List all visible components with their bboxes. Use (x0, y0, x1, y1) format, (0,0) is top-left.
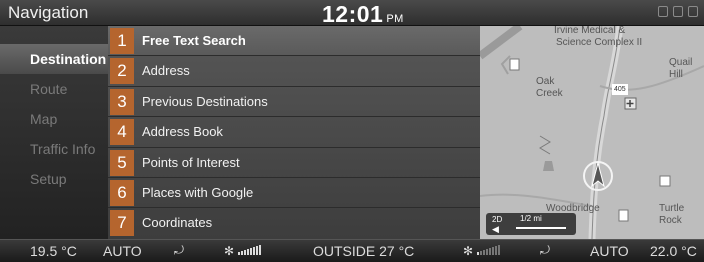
scale-distance: 1/2 mi (520, 214, 542, 223)
category-sidebar: Destination Route Map Traffic Info Setup (0, 26, 108, 239)
highway-shield-icon: 405 (612, 84, 628, 95)
map-place-label: Hill (669, 69, 683, 80)
right-fan-level[interactable] (477, 245, 500, 255)
map-place-label: Irvine Medical & (554, 26, 626, 36)
map-view-mode: 2D (492, 215, 503, 224)
menu-item-number: 3 (110, 88, 134, 115)
map-place-label: Oak (536, 76, 555, 87)
menu-item-number: 2 (110, 58, 134, 85)
menu-item-label: Free Text Search (142, 33, 246, 48)
menu-item-coordinates[interactable]: 7 Coordinates (108, 208, 480, 238)
category-map[interactable]: Map (0, 104, 108, 134)
battery-icon (658, 6, 668, 17)
signal-icon (688, 6, 698, 17)
menu-item-number: 6 (110, 180, 134, 206)
left-airflow-icon[interactable]: ⤾ (174, 243, 184, 258)
menu-item-number: 4 (110, 119, 134, 146)
menu-item-number: 7 (110, 210, 134, 237)
category-traffic-info[interactable]: Traffic Info (0, 134, 108, 164)
screen-title: Navigation (8, 3, 89, 22)
map-place-label: Creek (536, 88, 563, 99)
menu-item-label: Coordinates (142, 215, 213, 231)
right-fan-icon: ✻ (463, 244, 474, 258)
menu-item-label: Points of Interest (142, 154, 240, 170)
menu-item-number: 1 (110, 28, 134, 54)
outside-temperature: OUTSIDE 27 °C (313, 243, 415, 259)
menu-item-points-of-interest[interactable]: 5 Points of Interest (108, 148, 480, 178)
category-setup[interactable]: Setup (0, 164, 108, 194)
climate-bar: 19.5 °C AUTO ⤾ ✻ OUTSIDE 27 °C ✻ ⤾ AUTO … (0, 239, 704, 262)
map-scale[interactable]: 2D ◀ 1/2 mi (486, 213, 576, 235)
clock: 12:01 PM (322, 1, 404, 28)
scale-bar (516, 227, 566, 229)
gps-icon (673, 6, 683, 17)
map-place-label: Science Complex II (556, 37, 643, 48)
menu-item-address[interactable]: 2 Address (108, 56, 480, 87)
menu-item-previous-destinations[interactable]: 3 Previous Destinations (108, 87, 480, 118)
menu-item-label: Places with Google (142, 185, 254, 200)
map-place-label: Rock (659, 215, 682, 226)
menu-item-label: Address (142, 63, 190, 79)
menu-item-places-with-google[interactable]: 6 Places with Google (108, 178, 480, 209)
menu-item-label: Previous Destinations (142, 93, 268, 109)
menu-item-free-text-search[interactable]: 1 Free Text Search (108, 26, 480, 57)
category-destination[interactable]: Destination (0, 44, 108, 74)
clock-time: 12:01 (322, 1, 384, 27)
right-airflow-icon[interactable]: ⤾ (540, 243, 550, 258)
menu-item-number: 5 (110, 149, 134, 176)
right-auto-mode[interactable]: AUTO (590, 243, 629, 259)
speaker-icon: ◀ (492, 224, 499, 234)
status-header: Navigation 12:01 PM (0, 0, 704, 28)
left-fan-icon: ✻ (224, 244, 235, 258)
clock-ampm: PM (386, 13, 404, 25)
map-place-label: Quail (669, 57, 693, 68)
gas-station-icon (509, 58, 520, 71)
right-temperature[interactable]: 22.0 °C (650, 243, 697, 259)
map-view[interactable]: Irvine Medical & Science Complex II Oak … (480, 26, 704, 239)
category-route[interactable]: Route (0, 74, 108, 104)
gas-station-icon (618, 209, 629, 222)
left-temperature[interactable]: 19.5 °C (30, 243, 77, 259)
menu-item-label: Address Book (142, 124, 223, 140)
poi-icon (659, 175, 671, 187)
menu-item-address-book[interactable]: 4 Address Book (108, 117, 480, 148)
destination-menu: 1 Free Text Search 2 Address 3 Previous … (108, 26, 480, 239)
status-icons (658, 6, 698, 17)
left-auto-mode[interactable]: AUTO (103, 243, 142, 259)
left-fan-level[interactable] (238, 245, 261, 255)
map-place-label: Turtle (659, 203, 685, 214)
